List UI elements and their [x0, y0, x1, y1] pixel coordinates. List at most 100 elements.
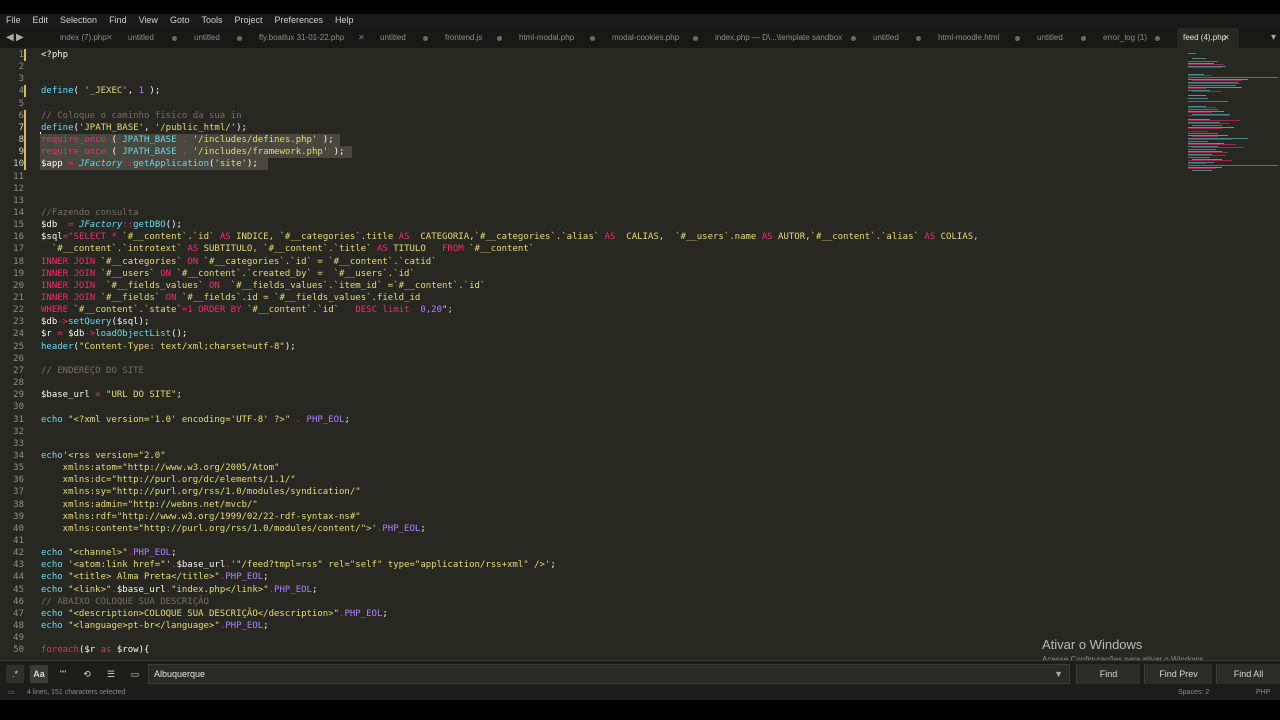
code-token: ; — [382, 608, 388, 619]
code-token: 'site' — [214, 159, 247, 170]
tab-6[interactable]: frontend.js — [445, 28, 513, 48]
menu-bar: File Edit Selection Find View Goto Tools Projec… — [0, 14, 1280, 28]
code-token: getApplication — [133, 159, 209, 170]
tab-unsaved-dot-icon[interactable] — [1015, 36, 1020, 41]
find-all-button[interactable]: Find All — [1216, 664, 1280, 684]
menu-item-find[interactable]: Find — [103, 14, 133, 27]
tab-unsaved-dot-icon[interactable] — [1155, 36, 1160, 41]
code-token: JPATH_BASE — [122, 135, 177, 146]
code-line: INNER JOIN `#__users` ON `#__content`.`c… — [41, 268, 415, 280]
tab-8[interactable]: modal-cookies.php — [612, 28, 709, 48]
line-number: 9 — [18, 147, 24, 158]
code-token: $app — [41, 159, 69, 170]
menu-item-project[interactable]: Project — [228, 14, 268, 27]
line-number: 21 — [13, 293, 24, 303]
code-token: "Content-Type: text/xml;charset=utf-8" — [78, 341, 285, 352]
selection-status: 4 lines, 151 characters selected — [27, 689, 126, 696]
menu-item-goto[interactable]: Goto — [164, 14, 196, 27]
code-token: $db — [68, 329, 85, 340]
case-sensitive-toggle[interactable]: Aa — [30, 665, 48, 683]
tab-13[interactable]: error_log (1) — [1103, 28, 1171, 48]
menu-item-edit[interactable]: Edit — [27, 14, 55, 27]
highlight-matches-icon[interactable]: ▭ — [126, 665, 144, 683]
tab-unsaved-dot-icon[interactable] — [237, 36, 242, 41]
tab-3[interactable]: untitled — [194, 28, 253, 48]
tab-9[interactable]: index.php — D\...\template sandbox — [715, 28, 867, 48]
menu-item-tools[interactable]: Tools — [195, 14, 228, 27]
tab-unsaved-dot-icon[interactable] — [693, 36, 698, 41]
tab-14[interactable]: feed (4).php ✕ — [1177, 28, 1239, 48]
tab-nav-right-icon[interactable]: ▶ — [16, 30, 24, 46]
menu-item-help[interactable]: Help — [329, 14, 360, 27]
in-selection-icon[interactable]: ☰ — [102, 665, 120, 683]
tab-unsaved-dot-icon[interactable] — [172, 36, 177, 41]
find-button[interactable]: Find — [1076, 664, 1140, 684]
code-token: PHP_EOL — [225, 572, 264, 583]
panel-toggle-icon[interactable]: ▭ — [8, 686, 15, 700]
find-prev-button[interactable]: Find Prev — [1144, 664, 1212, 684]
tab-label: untitled — [194, 33, 220, 42]
tab-label: untitled — [128, 33, 154, 42]
regex-toggle[interactable]: .* — [6, 665, 24, 683]
tab-close-icon[interactable]: ✕ — [106, 28, 113, 48]
code-line: echo "<language>pt-br</language>".PHP_EO… — [41, 620, 269, 632]
code-token: AS — [604, 232, 627, 243]
tab-unsaved-dot-icon[interactable] — [423, 36, 428, 41]
code-line: xmlns:rdf="http://www.w3.org/1999/02/22-… — [41, 511, 361, 523]
code-token: echo — [41, 450, 63, 461]
syntax-status[interactable]: PHP — [1256, 686, 1270, 700]
tab-5[interactable]: untitled — [380, 28, 439, 48]
tab-1[interactable]: index (7).php ✕ — [60, 28, 122, 48]
menu-item-view[interactable]: View — [133, 14, 164, 27]
code-token: =1 — [181, 305, 199, 316]
find-panel: .* Aa "" ⟲ ☰ ▭ Albuquerque ▼ Find Find P… — [0, 660, 1280, 686]
tab-7[interactable]: html-modal.php — [519, 28, 606, 48]
code-token: //Fazendo consulta — [41, 207, 139, 218]
tab-2[interactable]: untitled — [128, 28, 188, 48]
tab-label: feed (4).php — [1183, 33, 1227, 42]
tab-11[interactable]: html-moodle.html — [938, 28, 1031, 48]
code-token: `#__content`.`created_by` = `#__users`.`… — [176, 268, 415, 279]
tab-unsaved-dot-icon[interactable] — [497, 36, 502, 41]
tab-overflow-icon[interactable]: ▾ — [1271, 30, 1276, 46]
tab-unsaved-dot-icon[interactable] — [590, 36, 595, 41]
tab-unsaved-dot-icon[interactable] — [1081, 36, 1086, 41]
menu-item-file[interactable]: File — [0, 14, 27, 27]
tab-close-icon[interactable]: ✕ — [358, 28, 365, 48]
menu-item-selection[interactable]: Selection — [54, 14, 103, 27]
tab-unsaved-dot-icon[interactable] — [851, 36, 856, 41]
wrap-icon[interactable]: ⟲ — [78, 665, 96, 683]
code-line: INNER JOIN `#__fields` ON `#__fields`.id… — [41, 292, 420, 304]
menu-item-preferences[interactable]: Preferences — [268, 14, 329, 27]
whole-word-toggle[interactable]: "" — [54, 665, 72, 683]
tab-nav-left-icon[interactable]: ◀ — [6, 30, 14, 46]
tab-close-icon[interactable]: ✕ — [1223, 28, 1230, 48]
code-editor[interactable]: 1 2 3 4 5 6 7 8 9 10 11 12 13 14 15 16 17 18 19 20 21 22 23 24 2… — [0, 48, 1180, 658]
code-token: xmlns:content="http://purl.org/rss/1.0/m… — [41, 523, 377, 534]
find-history-dropdown-icon[interactable]: ▼ — [1054, 665, 1063, 683]
indentation-status[interactable]: Spaces: 2 — [1178, 686, 1209, 700]
code-token: ); — [236, 122, 247, 133]
minimap-line — [1188, 128, 1222, 130]
code-token: ORDER BY — [198, 305, 247, 316]
minimap[interactable] — [1180, 48, 1280, 658]
tab-4[interactable]: fly.boatlux 31-01-22.php ✕ — [259, 28, 374, 48]
code-token: "<language>pt-br</language>" — [68, 621, 220, 632]
code-line: echo "<link>".$base_url."index.php</link… — [41, 584, 317, 596]
line-number: 36 — [13, 475, 24, 486]
code-token: PHP_EOL — [306, 414, 345, 425]
tab-10[interactable]: untitled — [873, 28, 932, 48]
modified-line-marker — [24, 146, 26, 159]
code-token: AS — [376, 244, 394, 255]
top-letterbox — [0, 0, 1280, 14]
tab-12[interactable]: untitled — [1037, 28, 1097, 48]
code-token: '<atom:link href="' — [68, 560, 172, 571]
code-token: '/includes/framework.php' — [192, 147, 329, 158]
line-number: 40 — [13, 523, 24, 534]
code-token: . — [176, 147, 193, 158]
code-token: setQuery — [68, 317, 112, 328]
code-token: "<description>COLOQUE SUA DESCRIÇÃO</des… — [68, 608, 340, 619]
find-input[interactable]: Albuquerque ▼ — [148, 664, 1070, 684]
tab-label: untitled — [873, 33, 899, 42]
tab-unsaved-dot-icon[interactable] — [916, 36, 921, 41]
